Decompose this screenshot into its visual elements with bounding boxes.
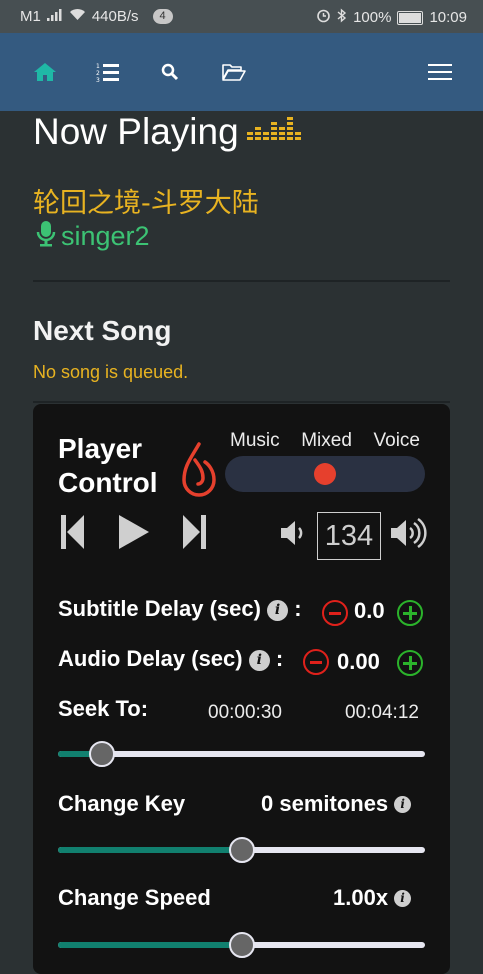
audio-delay-label: Audio Delay (sec) bbox=[58, 646, 243, 671]
change-key-slider-fill bbox=[58, 847, 242, 853]
divider bbox=[33, 401, 450, 403]
home-icon[interactable] bbox=[32, 59, 58, 85]
vocal-mode-thumb[interactable] bbox=[314, 463, 336, 485]
info-icon[interactable]: i bbox=[394, 795, 412, 813]
singer-name: singer2 bbox=[61, 221, 150, 251]
volume-down-icon[interactable] bbox=[279, 519, 307, 547]
current-song-title: 轮回之境-斗罗大陆 bbox=[33, 188, 259, 219]
next-song-message: No song is queued. bbox=[33, 362, 189, 382]
mode-label-music: Music bbox=[230, 430, 280, 451]
audio-delay-row: Audio Delay (sec) i : bbox=[58, 646, 284, 671]
seek-label: Seek To: bbox=[58, 696, 149, 721]
subtitle-delay-row: Subtitle Delay (sec) i : bbox=[58, 596, 302, 621]
divider bbox=[33, 280, 450, 282]
subtitle-delay-minus-button[interactable] bbox=[322, 600, 348, 626]
change-speed-label: Change Speed bbox=[58, 885, 211, 910]
change-speed-value-row: 1.00x i bbox=[333, 885, 412, 911]
notification-count-badge: 4 bbox=[152, 9, 173, 24]
mode-label-mixed: Mixed bbox=[301, 430, 352, 451]
next-song-heading: Next Song bbox=[33, 315, 172, 346]
subtitle-delay-plus-button[interactable] bbox=[397, 600, 423, 626]
next-button[interactable] bbox=[181, 514, 207, 550]
change-key-label: Change Key bbox=[58, 791, 186, 816]
change-speed-slider-thumb[interactable] bbox=[228, 932, 255, 958]
change-key-slider[interactable] bbox=[58, 837, 425, 863]
clock: 10:09 bbox=[429, 9, 467, 26]
info-icon[interactable]: i bbox=[267, 599, 289, 621]
microphone-icon bbox=[33, 219, 59, 254]
svg-text:1: 1 bbox=[96, 63, 100, 70]
volume-up-icon[interactable] bbox=[389, 517, 429, 549]
change-key-value-row: 0 semitones i bbox=[261, 791, 412, 817]
current-singer: singer2 bbox=[33, 219, 150, 254]
audio-delay-plus-button[interactable] bbox=[397, 650, 423, 676]
change-key-value: 0 semitones bbox=[261, 791, 389, 816]
player-control-title: Player Control bbox=[58, 433, 158, 498]
seek-slider[interactable] bbox=[58, 741, 425, 767]
bluetooth-icon bbox=[337, 8, 347, 27]
equalizer-icon bbox=[246, 111, 301, 153]
carrier-label: M1 bbox=[20, 8, 41, 25]
audio-delay-minus-button[interactable] bbox=[303, 649, 329, 675]
seek-slider-thumb[interactable] bbox=[89, 741, 116, 767]
vocal-mode-slider[interactable] bbox=[225, 456, 425, 492]
audio-delay-value: 0.00 bbox=[337, 649, 380, 674]
menu-icon[interactable] bbox=[428, 59, 454, 85]
vocal-mode-labels: Music Mixed Voice bbox=[230, 430, 420, 452]
battery-icon bbox=[397, 10, 424, 25]
info-icon[interactable]: i bbox=[394, 889, 412, 907]
seek-current-time: 00:00:30 bbox=[208, 702, 282, 723]
subtitle-delay-value: 0.0 bbox=[354, 598, 385, 623]
subtitle-delay-label: Subtitle Delay (sec) bbox=[58, 596, 261, 621]
flame-logo-icon bbox=[181, 442, 217, 507]
change-speed-slider[interactable] bbox=[58, 932, 425, 958]
folder-icon[interactable] bbox=[221, 59, 247, 85]
svg-text:2: 2 bbox=[96, 70, 100, 77]
signal-icon bbox=[46, 8, 63, 25]
player-control-panel: Player Control Music Mixed Voice 134 Sub… bbox=[33, 404, 450, 974]
change-speed-value: 1.00x bbox=[333, 885, 389, 910]
battery-percent: 100% bbox=[353, 9, 392, 26]
alarm-icon bbox=[316, 8, 331, 27]
search-icon[interactable] bbox=[157, 59, 183, 85]
now-playing-title: Now Playing bbox=[33, 111, 239, 152]
svg-text:3: 3 bbox=[96, 77, 100, 82]
info-icon[interactable]: i bbox=[248, 649, 270, 671]
now-playing-heading: Now Playing bbox=[33, 111, 301, 153]
change-key-slider-thumb[interactable] bbox=[228, 837, 255, 863]
seek-total-time: 00:04:12 bbox=[345, 702, 419, 723]
previous-button[interactable] bbox=[60, 514, 86, 550]
net-speed: 440B/s bbox=[91, 8, 139, 25]
mode-label-voice: Voice bbox=[373, 430, 420, 451]
volume-display: 134 bbox=[317, 512, 381, 560]
wifi-icon bbox=[69, 8, 86, 25]
queue-icon[interactable]: 123 bbox=[95, 59, 121, 85]
top-navbar: 123 bbox=[0, 33, 483, 111]
change-speed-slider-fill bbox=[58, 942, 242, 948]
status-bar: M1 440B/s 4 100% 10:09 bbox=[0, 0, 483, 33]
play-button[interactable] bbox=[117, 514, 151, 550]
